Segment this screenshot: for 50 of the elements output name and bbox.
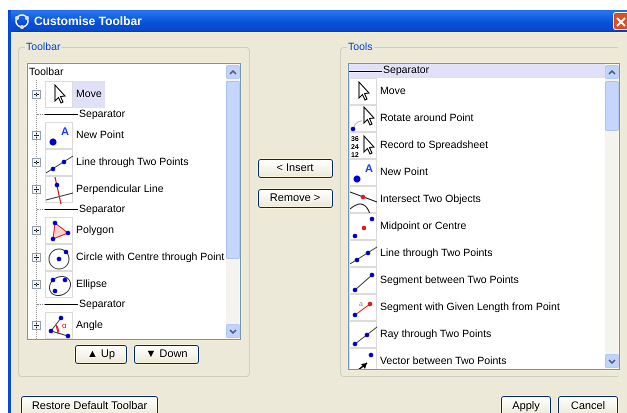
cancel-button[interactable]: Cancel [558,396,618,413]
close-button[interactable] [613,12,627,30]
apply-button[interactable]: Apply [501,396,551,413]
perpendicular-line-icon [46,176,74,204]
tree-item[interactable]: Ellipse [73,270,110,298]
tool-item[interactable]: Midpoint or Centre [349,213,605,240]
down-button[interactable]: ▼ Down [134,345,199,364]
tree-item[interactable]: Polygon [73,216,117,244]
insert-button[interactable]: < Insert [258,159,332,178]
separator-item[interactable]: Separator [45,296,126,313]
tool-item[interactable]: Move [349,78,605,105]
tree-item[interactable]: Line through Two Points [73,148,192,176]
window-title: Customise Toolbar [34,13,142,30]
tree-item[interactable]: Circle with Centre through Point [73,244,228,271]
expand-toggle[interactable] [32,252,41,262]
app-icon [14,13,30,29]
scroll-up-icon[interactable] [229,70,237,75]
scroll-thumb[interactable] [226,81,240,259]
separator-item[interactable]: Separator [45,106,126,123]
tool-item[interactable]: Line through Two Points [349,240,605,267]
tool-item[interactable]: Segment between Two Points [349,267,605,294]
expand-toggle[interactable] [32,184,41,194]
close-icon [616,16,626,27]
tool-item[interactable]: Intersect Two Objects [349,186,605,213]
tool-item[interactable]: Vector between Two Points [349,348,605,369]
tree-item[interactable]: New Point [73,122,127,149]
tool-item[interactable]: Ray through Two Points [349,321,605,348]
tree-item[interactable]: Perpendicular Line [73,176,167,203]
scroll-down-icon[interactable] [608,359,616,364]
expand-toggle[interactable] [32,320,41,330]
tree-root-label: Toolbar [28,65,64,80]
expand-toggle[interactable] [32,280,41,289]
tree-item[interactable]: Angle [73,312,106,339]
remove-button[interactable]: Remove > [258,189,332,208]
restore-button[interactable]: Restore Default Toolbar [21,396,158,413]
tool-item[interactable]: A New Point [349,159,605,186]
scroll-thumb[interactable] [605,81,619,131]
scrollbar[interactable] [605,64,619,369]
tree-item[interactable]: Move [73,80,105,108]
scrollbar[interactable] [226,64,240,339]
up-button[interactable]: ▲ Up [75,345,127,364]
separator-item[interactable]: Separator [349,64,605,78]
expand-toggle[interactable] [32,158,41,167]
expand-toggle[interactable] [32,90,41,99]
tool-item[interactable]: Rotate around Point [349,105,605,132]
separator-item[interactable]: Separator [45,202,126,218]
scroll-down-icon[interactable] [229,329,237,334]
scroll-up-icon[interactable] [608,70,616,75]
expand-toggle[interactable] [32,130,41,140]
expand-toggle[interactable] [32,226,41,235]
